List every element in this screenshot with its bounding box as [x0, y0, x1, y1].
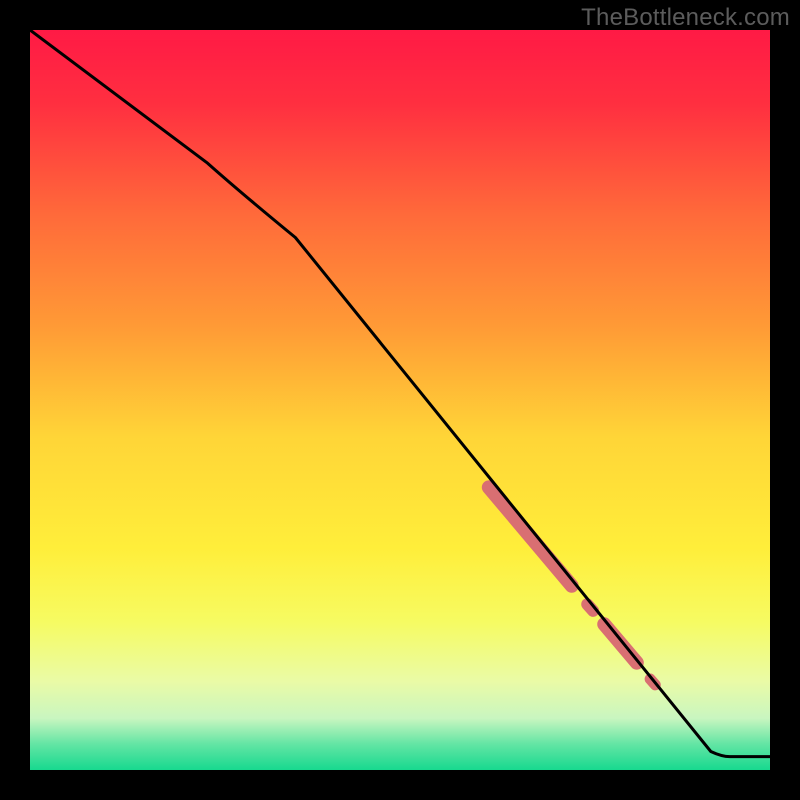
chart-svg — [30, 30, 770, 770]
watermark-text: TheBottleneck.com — [581, 4, 790, 32]
gradient-background — [30, 30, 770, 770]
plot-area — [30, 30, 770, 770]
chart-stage: TheBottleneck.com — [0, 0, 800, 800]
